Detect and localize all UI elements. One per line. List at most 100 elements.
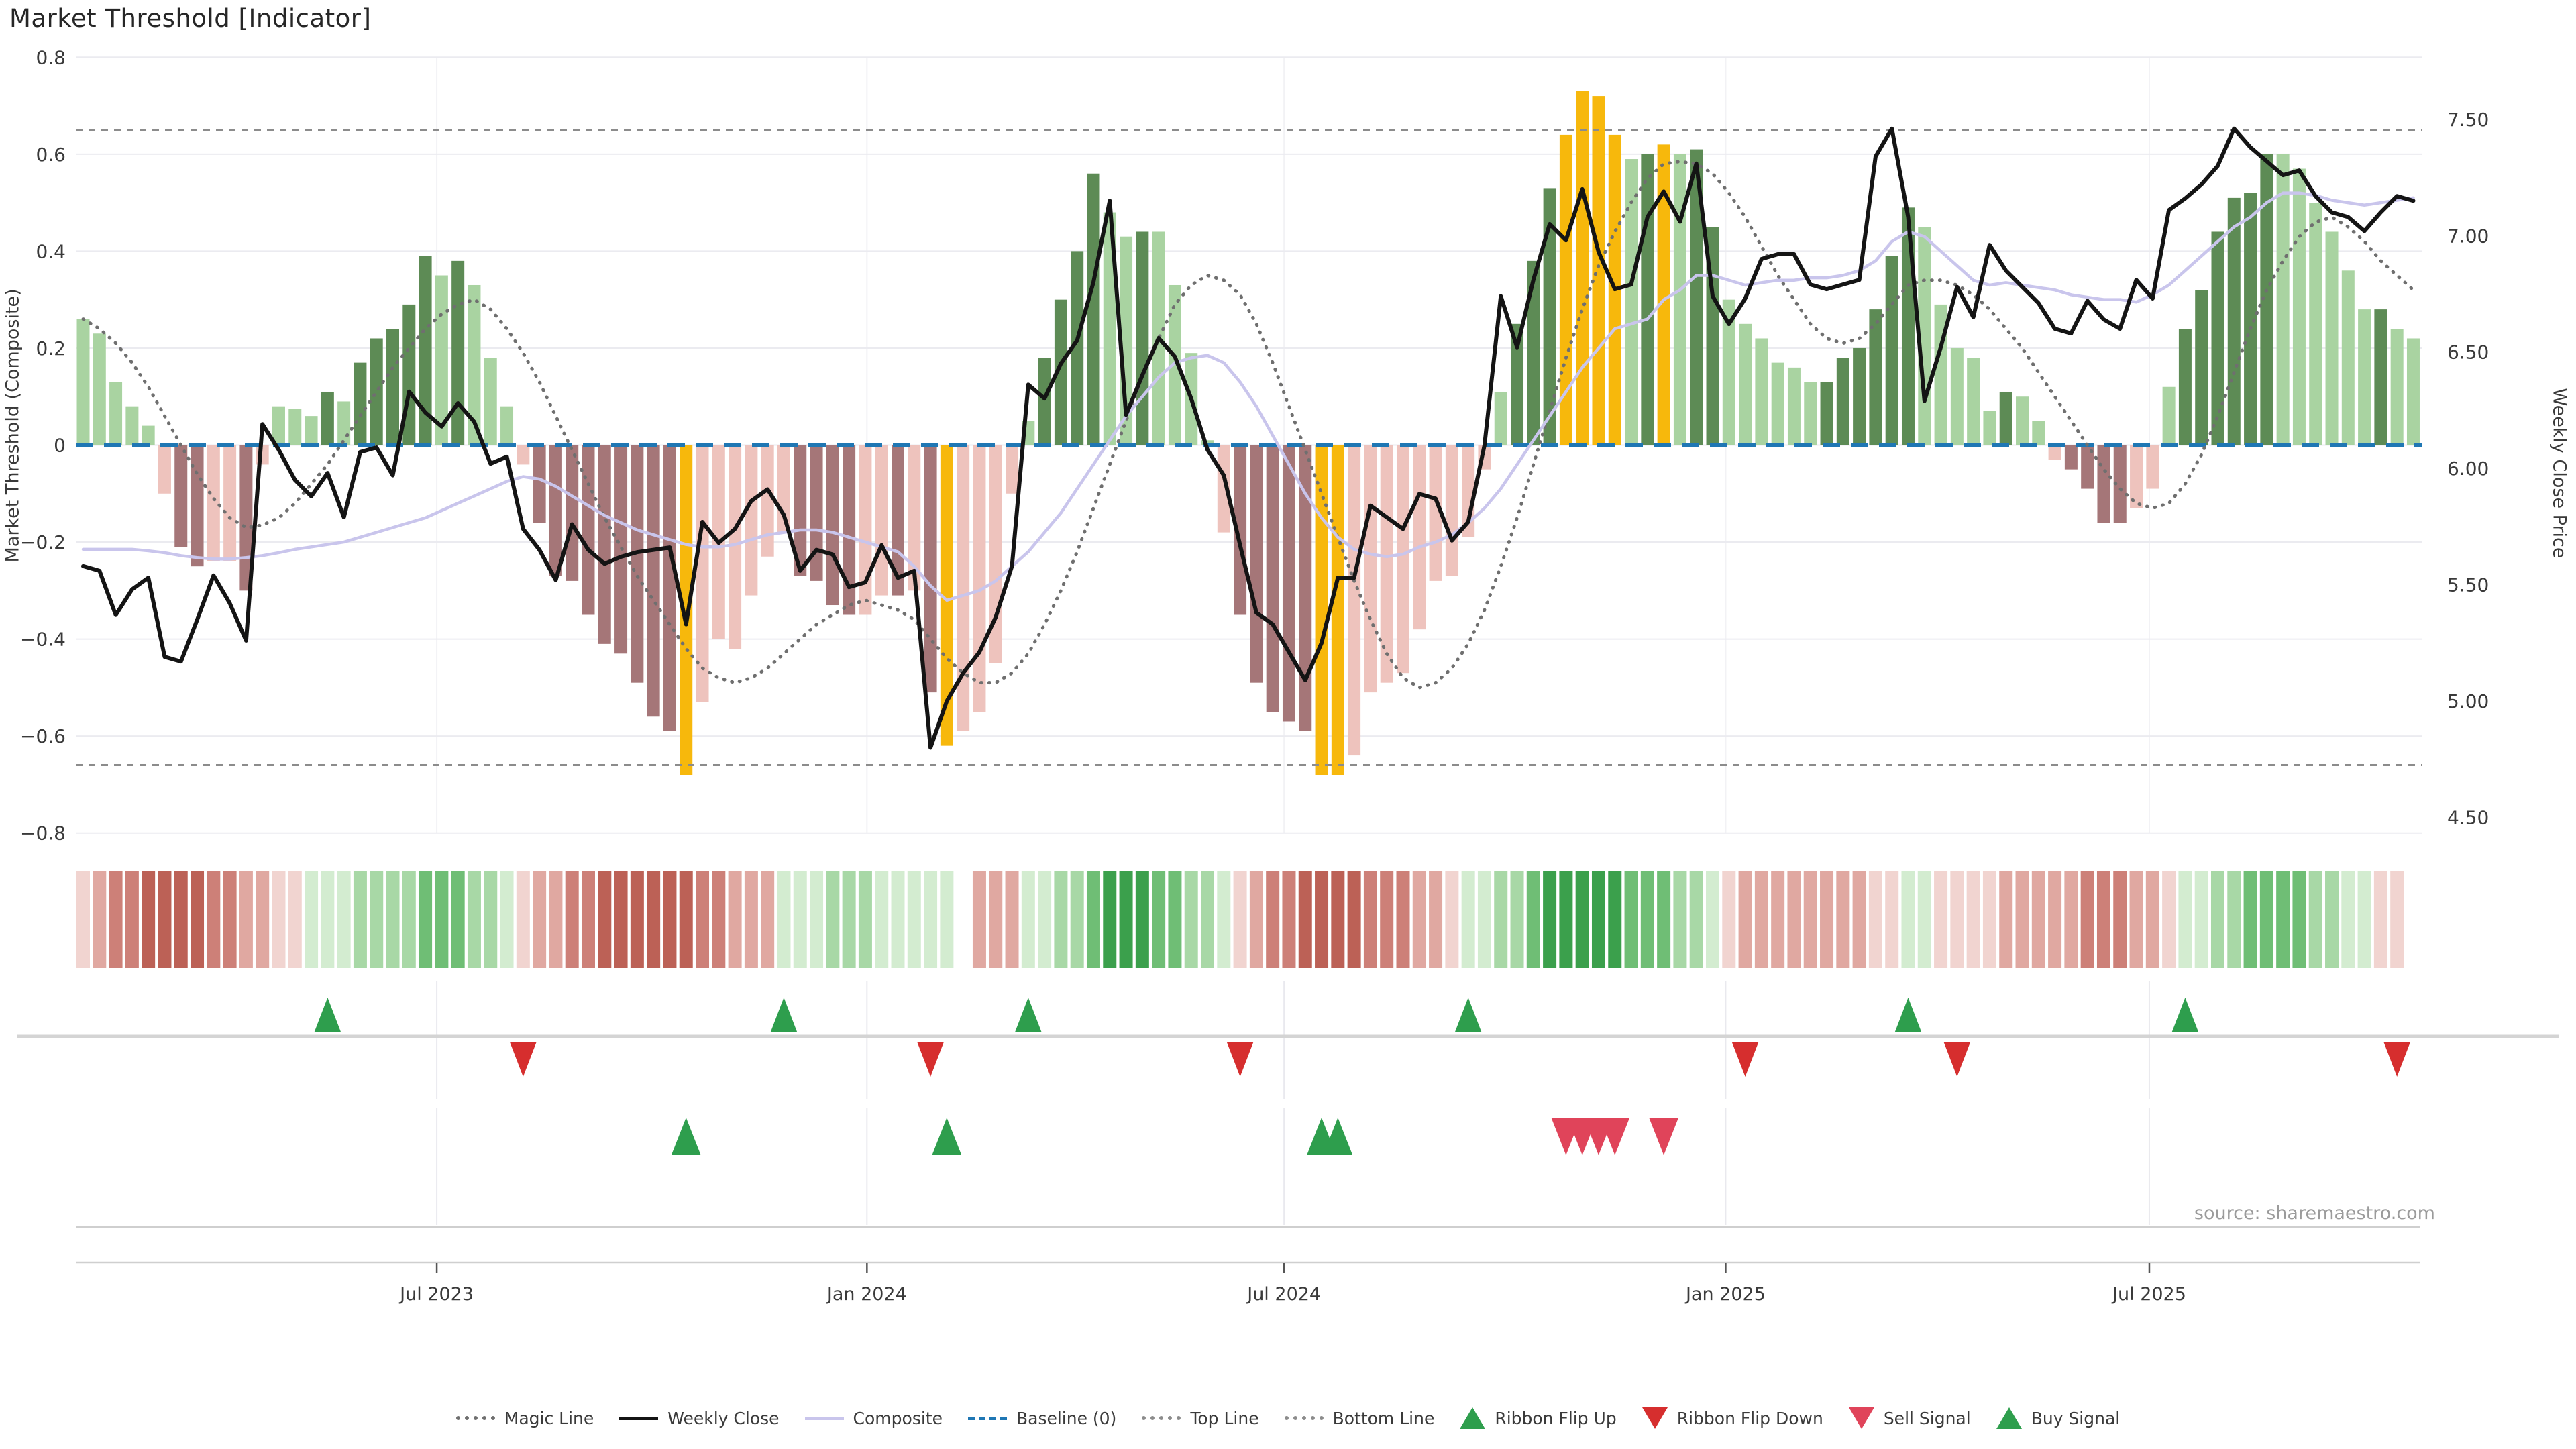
threshold-bar [761, 445, 774, 557]
threshold-bar [1006, 445, 1018, 494]
ribbon-cell [761, 871, 774, 968]
threshold-bar [174, 445, 187, 547]
threshold-bar [1136, 231, 1148, 445]
axis-tick-label: 0.4 [36, 240, 66, 262]
ribbon-cell [1755, 871, 1768, 968]
ribbon-cell [1006, 871, 1019, 968]
ribbon-cell [1152, 871, 1165, 968]
ribbon-cell [207, 871, 220, 968]
threshold-bar [2342, 270, 2355, 445]
ribbon-cell [305, 871, 318, 968]
ribbon-cell [1168, 871, 1181, 968]
threshold-bar [826, 445, 839, 606]
axis-tick-label: −0.4 [20, 629, 66, 651]
ribbon-cell [1527, 871, 1540, 968]
ribbon-cell [2162, 871, 2176, 968]
ribbon-cell [142, 871, 155, 968]
threshold-bar [1413, 445, 1426, 630]
ribbon-cell [288, 871, 302, 968]
legend-item: Baseline (0) [968, 1409, 1116, 1428]
ribbon-cell [1120, 871, 1133, 968]
threshold-bar [1821, 382, 1833, 445]
ribbon-cell [1071, 871, 1084, 968]
threshold-bar [2163, 387, 2176, 445]
ribbon-cell [647, 871, 660, 968]
threshold-bar [1869, 309, 1882, 445]
legend-item: Composite [805, 1409, 943, 1428]
axis-tick-label: −0.8 [20, 822, 66, 845]
up-triangle-marker [2171, 998, 2198, 1032]
ribbon-cell [2064, 871, 2078, 968]
down-triangle-marker [917, 1042, 944, 1077]
composite-line [83, 193, 2413, 600]
down-triangle-marker [1227, 1042, 1254, 1077]
legend-label: Composite [853, 1409, 943, 1428]
triangle-down-icon [1642, 1407, 1668, 1429]
up-triangle-marker [1894, 998, 1921, 1032]
ribbon-cell [158, 871, 171, 968]
axis-tick-label: 0.8 [36, 46, 66, 68]
ribbon-cell [582, 871, 595, 968]
ribbon-cell [1625, 871, 1638, 968]
threshold-bar [142, 426, 155, 445]
ribbon-cell [1364, 871, 1377, 968]
weekly-close-line [83, 129, 2413, 748]
ribbon-cell [2097, 871, 2110, 968]
ribbon-cell [1511, 871, 1524, 968]
dotted-line-sample [1285, 1416, 1324, 1420]
ribbon-cell [1559, 871, 1572, 968]
ribbon-cell [517, 871, 530, 968]
dashed-line-sample [968, 1417, 1007, 1420]
ribbon-cell [1673, 871, 1686, 968]
ribbon-cell [680, 871, 693, 968]
threshold-bar [93, 333, 106, 445]
threshold-bar [1397, 445, 1409, 674]
threshold-bar [2146, 445, 2159, 489]
ribbon-cell [354, 871, 367, 968]
threshold-bar [109, 382, 122, 445]
solid-line-sample [619, 1417, 658, 1420]
ribbon-cell [1494, 871, 1507, 968]
threshold-bar [2228, 198, 2241, 445]
threshold-bar [305, 416, 318, 445]
threshold-bar [1495, 392, 1507, 445]
threshold-bar [77, 319, 90, 445]
threshold-bar [1038, 358, 1051, 445]
ribbon-cell [223, 871, 237, 968]
threshold-bar [647, 445, 660, 717]
threshold-bar [223, 445, 236, 561]
ribbon-cell [1885, 871, 1898, 968]
ribbon-cell [419, 871, 432, 968]
solid-line-sample [805, 1417, 844, 1420]
ribbon-cell [191, 871, 204, 968]
threshold-bar [337, 401, 350, 445]
threshold-bar [2065, 445, 2078, 470]
source-label: source: sharemaestro.com [2194, 1203, 2435, 1224]
threshold-bar [1250, 445, 1263, 683]
ribbon-cell [1592, 871, 1605, 968]
ribbon-cell [957, 871, 970, 968]
legend-label: Top Line [1190, 1409, 1258, 1428]
threshold-bar [924, 445, 937, 693]
threshold-bar [1772, 363, 1784, 445]
threshold-bar [158, 445, 171, 494]
threshold-bars [77, 91, 2420, 775]
ribbon-cell [533, 871, 546, 968]
threshold-bar [2179, 329, 2192, 445]
threshold-bar [859, 445, 871, 615]
ribbon-cell [2081, 871, 2094, 968]
ribbon-cell [1478, 871, 1491, 968]
ribbon-cell [2195, 871, 2208, 968]
indicator-chart: 0.80.60.40.20−0.2−0.4−0.6−0.87.507.006.5… [0, 0, 2576, 1449]
threshold-bar [1739, 324, 1752, 445]
threshold-bar [2097, 445, 2110, 523]
legend-label: Ribbon Flip Down [1677, 1409, 1823, 1428]
threshold-bar [288, 409, 301, 445]
ribbon-cell [1038, 871, 1051, 968]
threshold-bar [321, 392, 334, 445]
threshold-bar [1332, 445, 1344, 775]
threshold-bar [1641, 154, 1654, 445]
up-triangle-marker [770, 998, 797, 1032]
ribbon-cell [2211, 871, 2224, 968]
axis-tick-label: 5.50 [2447, 574, 2489, 596]
